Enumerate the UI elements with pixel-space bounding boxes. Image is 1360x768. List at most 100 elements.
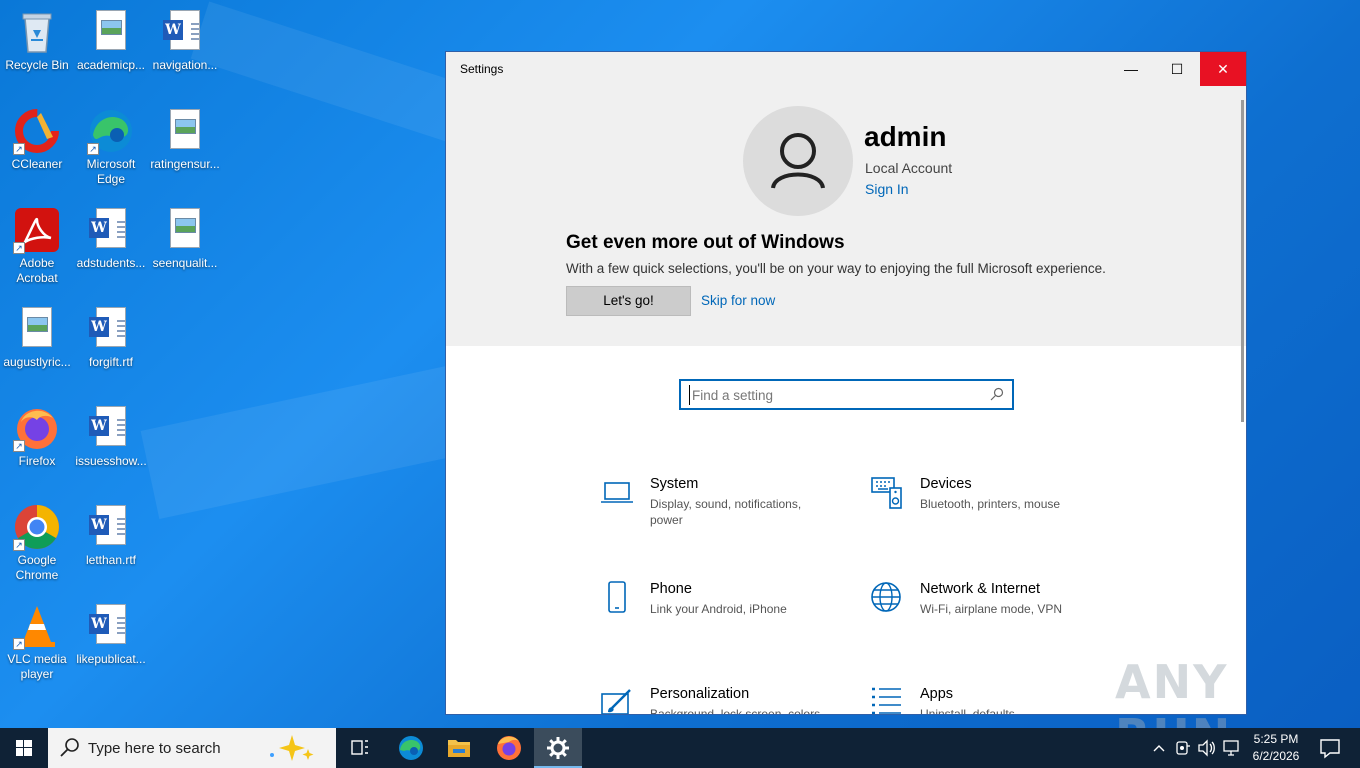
word-file-icon: W	[87, 305, 135, 353]
folder-icon	[448, 740, 470, 757]
volume-icon	[1198, 739, 1215, 757]
skip-for-now-link[interactable]: Skip for now	[701, 293, 775, 308]
clock-date: 6/2/2026	[1252, 749, 1300, 763]
desktop-icon-label: issuesshow...	[75, 454, 147, 468]
minimize-button[interactable]: —	[1108, 52, 1154, 86]
chrome-icon: ↗	[13, 503, 61, 551]
title-bar[interactable]: Settings — ☐ ✕	[446, 52, 1246, 86]
desktop-icon-ccleaner[interactable]: ↗ CCleaner	[0, 107, 74, 172]
search-highlight-icon	[270, 735, 314, 761]
taskbar-settings[interactable]	[534, 728, 582, 768]
shortcut-arrow-icon: ↗	[13, 539, 25, 551]
device-icon	[1176, 741, 1190, 755]
globe-icon	[871, 582, 901, 612]
close-button[interactable]: ✕	[1200, 52, 1246, 86]
desktop-icon-label: ratingensur...	[150, 157, 220, 171]
shortcut-arrow-icon: ↗	[13, 638, 25, 650]
account-username: admin	[864, 121, 947, 152]
desktop-icon-vlc[interactable]: ↗ VLC media player	[0, 602, 74, 682]
category-name: Apps	[920, 686, 954, 702]
category-name: System	[650, 476, 699, 492]
category-name: Network & Internet	[920, 581, 1041, 597]
desktop-icon-file[interactable]: W forgift.rtf	[74, 305, 148, 370]
tray-clock[interactable]: 5:25 PM 6/2/2026	[1248, 728, 1304, 768]
category-name: Personalization	[650, 686, 750, 702]
start-button[interactable]	[0, 728, 48, 768]
desktop-icon-file[interactable]: seenqualit...	[148, 206, 222, 271]
image-file-icon	[13, 305, 61, 353]
account-header: admin Local Account Sign In Get even mor…	[446, 86, 1246, 346]
taskbar-search[interactable]: Type here to search	[48, 728, 336, 768]
desktop-icon-file[interactable]: W adstudents...	[74, 206, 148, 271]
word-file-icon: W	[87, 602, 135, 650]
desktop-icon-label: adstudents...	[76, 256, 146, 270]
shortcut-arrow-icon: ↗	[13, 440, 25, 452]
desktop-icon-label: academicp...	[76, 58, 146, 72]
taskbar-file-explorer[interactable]	[435, 728, 483, 768]
find-setting-search[interactable]	[679, 379, 1014, 410]
account-type: Local Account	[865, 160, 953, 176]
taskbar: Type here to search 5:25 PM 6/2/2026	[0, 728, 1360, 768]
desktop-icon-label: letthan.rtf	[85, 553, 137, 567]
desktop-icon-microsoft-edge[interactable]: ↗ Microsoft Edge	[74, 107, 148, 187]
desktop-icon-label: augustlyric...	[3, 355, 71, 369]
word-file-icon: W	[87, 206, 135, 254]
avatar	[743, 106, 853, 216]
action-center-button[interactable]	[1310, 728, 1350, 768]
ccleaner-icon: ↗	[13, 107, 61, 155]
shortcut-arrow-icon: ↗	[87, 143, 99, 155]
desktop-icon-label: navigation...	[152, 58, 218, 72]
desktop-icon-label: seenqualit...	[152, 256, 218, 270]
category-desc: Wi-Fi, airplane mode, VPN	[920, 602, 1063, 616]
desktop-icon-file[interactable]: W letthan.rtf	[74, 503, 148, 568]
keyboard-speaker-icon	[871, 477, 902, 509]
desktop-icon-file[interactable]: W navigation...	[148, 8, 222, 73]
desktop-icon-label: likepublicat...	[76, 652, 146, 666]
taskbar-edge[interactable]	[387, 728, 435, 768]
desktop-icon-label: Firefox	[18, 454, 56, 468]
category-desc: Uninstall, defaults	[920, 707, 1015, 715]
vlc-icon: ↗	[13, 602, 61, 650]
clock-time: 5:25 PM	[1253, 732, 1299, 746]
tray-device[interactable]	[1172, 728, 1194, 768]
image-file-icon	[87, 8, 135, 56]
taskbar-firefox[interactable]	[485, 728, 533, 768]
desktop-icon-file[interactable]: ratingensur...	[148, 107, 222, 172]
desktop-icon-file[interactable]: academicp...	[74, 8, 148, 73]
network-icon	[1223, 740, 1239, 756]
maximize-button[interactable]: ☐	[1154, 52, 1200, 86]
settings-window: Settings — ☐ ✕ admin Local Account Sign …	[445, 51, 1247, 715]
recycle-bin-icon	[13, 8, 61, 56]
laptop-icon	[601, 482, 633, 503]
desktop-icon-firefox[interactable]: ↗ Firefox	[0, 404, 74, 469]
show-hidden-icons-button[interactable]	[1148, 728, 1170, 768]
image-file-icon	[161, 206, 209, 254]
lets-go-button[interactable]: Let's go!	[566, 286, 691, 316]
category-desc: Link your Android, iPhone	[650, 602, 787, 616]
category-name: Devices	[920, 476, 972, 492]
desktop-icon-file[interactable]: W likepublicat...	[74, 602, 148, 667]
word-file-icon: W	[87, 503, 135, 551]
category-name: Phone	[650, 581, 692, 597]
search-input[interactable]	[689, 385, 979, 405]
desktop-icon-file[interactable]: augustlyric...	[0, 305, 74, 370]
task-view-button[interactable]	[336, 728, 384, 768]
sign-in-link[interactable]: Sign In	[865, 181, 909, 197]
apps-list-icon	[872, 687, 901, 714]
desktop-icon-google-chrome[interactable]: ↗ Google Chrome	[0, 503, 74, 583]
word-file-icon: W	[87, 404, 135, 452]
phone-icon	[608, 581, 626, 613]
promo-title: Get even more out of Windows	[566, 232, 845, 253]
category-desc: Bluetooth, printers, mouse	[920, 497, 1061, 511]
tray-network[interactable]	[1220, 728, 1242, 768]
desktop-icon-recycle-bin[interactable]: Recycle Bin	[0, 8, 74, 73]
tray-volume[interactable]	[1196, 728, 1218, 768]
category-desc: Display, sound, notifications, power	[650, 497, 802, 527]
category-desc: Background, lock screen, colors	[650, 707, 821, 715]
desktop-icon-adobe-acrobat[interactable]: ↗ Adobe Acrobat	[0, 206, 74, 286]
windows-logo-icon	[16, 740, 32, 756]
promo-text: With a few quick selections, you'll be o…	[566, 261, 1106, 276]
firefox-icon: ↗	[13, 404, 61, 452]
scrollbar[interactable]	[1241, 100, 1244, 422]
desktop-icon-file[interactable]: W issuesshow...	[74, 404, 148, 469]
